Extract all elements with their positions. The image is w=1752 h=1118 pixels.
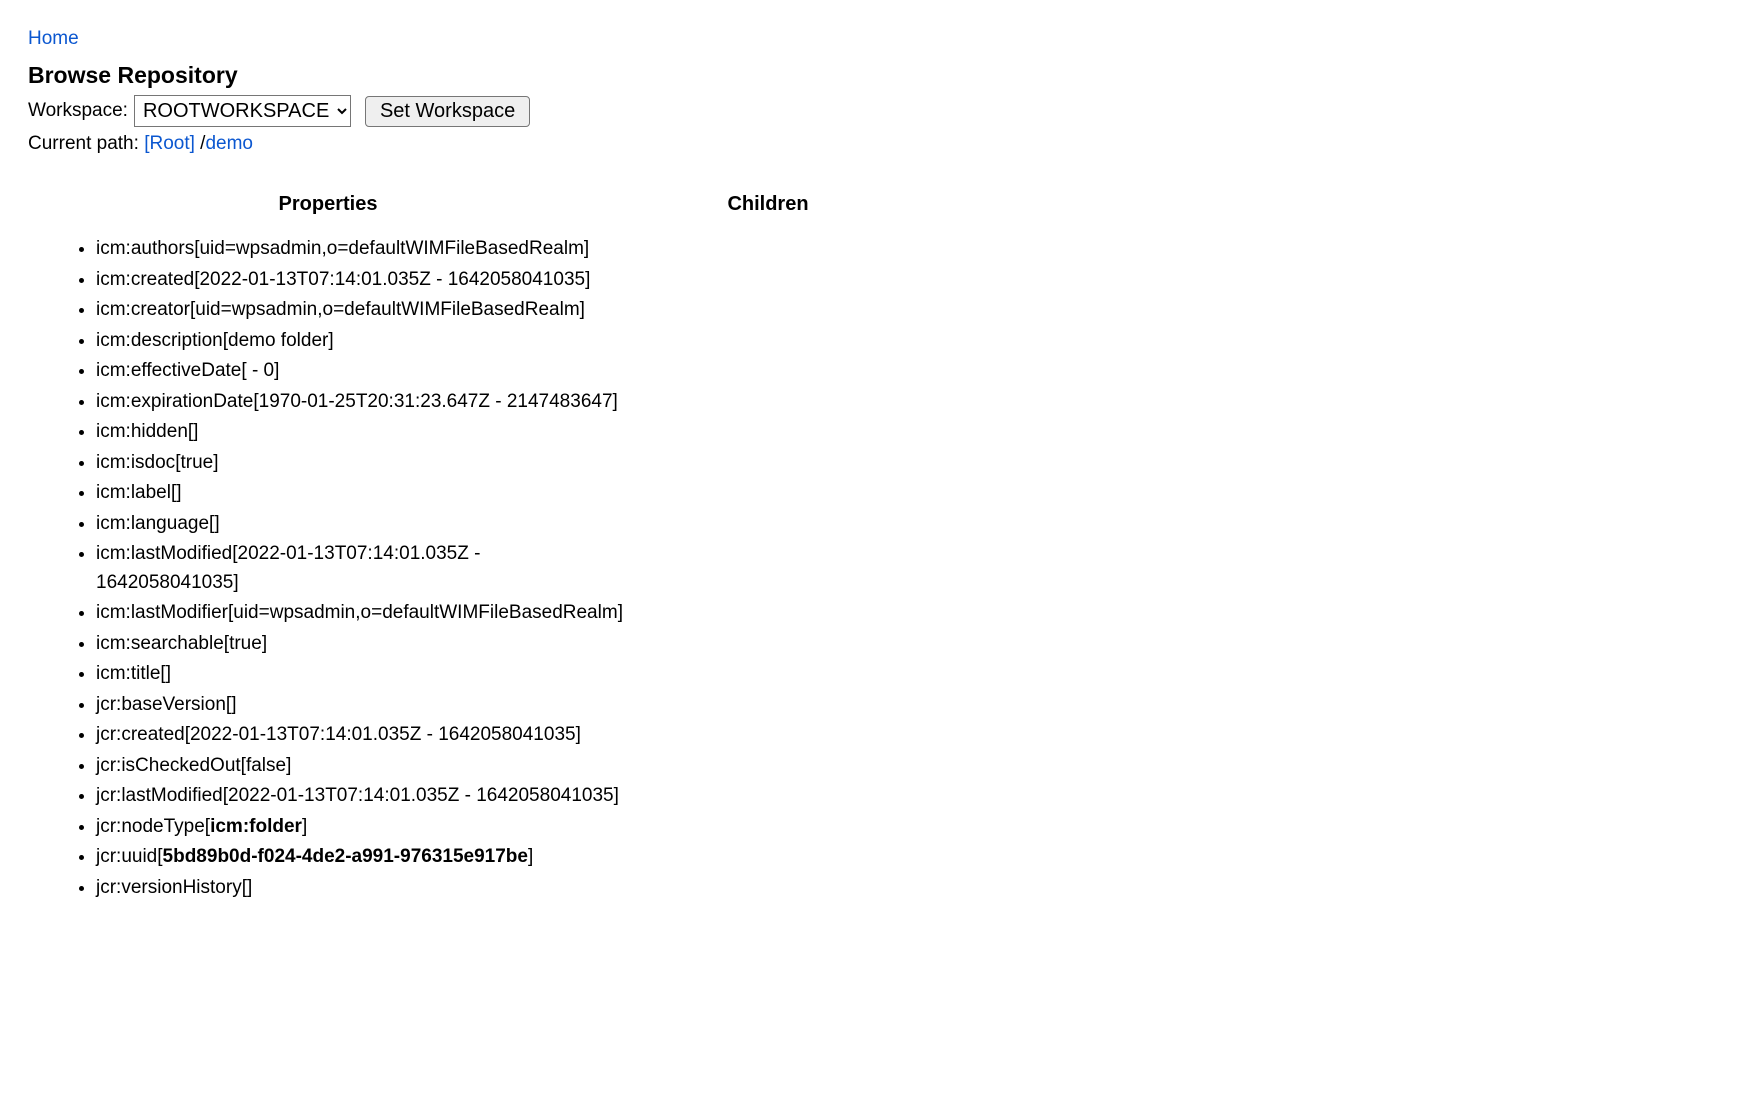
property-item: icm:title[]: [96, 659, 628, 690]
current-path-row: Current path: [Root] /demo: [28, 133, 1724, 155]
property-item: jcr:versionHistory[]: [96, 873, 628, 904]
property-item: icm:label[]: [96, 478, 628, 509]
property-item: jcr:baseVersion[]: [96, 690, 628, 721]
property-item: icm:description[demo folder]: [96, 326, 628, 357]
workspace-label: Workspace:: [28, 100, 128, 122]
properties-column: Properties icm:authors[uid=wpsadmin,o=de…: [28, 193, 628, 903]
property-item: icm:lastModifier[uid=wpsadmin,o=defaultW…: [96, 598, 628, 629]
property-item: icm:isdoc[true]: [96, 448, 628, 479]
content-sections: Properties icm:authors[uid=wpsadmin,o=de…: [28, 193, 1724, 903]
property-item: jcr:nodeType[icm:folder]: [96, 812, 628, 843]
workspace-select[interactable]: ROOTWORKSPACE: [134, 95, 351, 127]
properties-title: Properties: [28, 193, 628, 216]
property-item: icm:expirationDate[1970-01-25T20:31:23.6…: [96, 387, 628, 418]
property-item: jcr:uuid[5bd89b0d-f024-4de2-a991-976315e…: [96, 842, 628, 873]
workspace-row: Workspace: ROOTWORKSPACE Set Workspace: [28, 95, 1724, 127]
property-item: icm:creator[uid=wpsadmin,o=defaultWIMFil…: [96, 295, 628, 326]
current-path-label: Current path:: [28, 133, 139, 154]
property-item: icm:language[]: [96, 509, 628, 540]
property-item: icm:authors[uid=wpsadmin,o=defaultWIMFil…: [96, 234, 628, 265]
page-title: Browse Repository: [28, 62, 1724, 89]
property-item: jcr:lastModified[2022-01-13T07:14:01.035…: [96, 781, 628, 812]
set-workspace-button[interactable]: Set Workspace: [365, 96, 530, 127]
property-item: icm:created[2022-01-13T07:14:01.035Z - 1…: [96, 265, 628, 296]
property-item: icm:effectiveDate[ - 0]: [96, 356, 628, 387]
property-item: icm:hidden[]: [96, 417, 628, 448]
property-item: icm:searchable[true]: [96, 629, 628, 660]
property-item: jcr:created[2022-01-13T07:14:01.035Z - 1…: [96, 720, 628, 751]
home-link[interactable]: Home: [28, 28, 79, 49]
property-item: icm:lastModified[2022-01-13T07:14:01.035…: [96, 539, 628, 598]
property-item: jcr:isCheckedOut[false]: [96, 751, 628, 782]
path-node-link[interactable]: demo: [205, 133, 253, 154]
path-separator: /: [195, 133, 206, 154]
children-title: Children: [628, 193, 908, 216]
path-root-link[interactable]: [Root]: [144, 133, 195, 154]
properties-list: icm:authors[uid=wpsadmin,o=defaultWIMFil…: [28, 234, 628, 903]
children-column: Children: [628, 193, 908, 234]
